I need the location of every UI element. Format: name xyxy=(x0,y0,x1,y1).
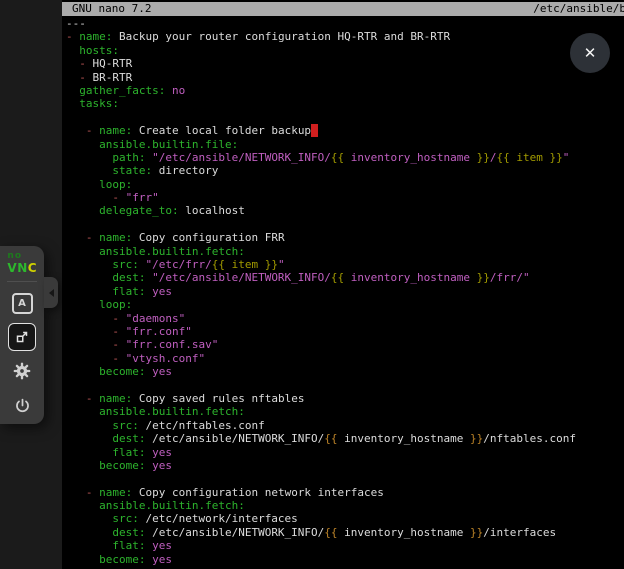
terminal-line: gather_facts: no xyxy=(66,84,624,97)
terminal-line: loop: xyxy=(66,298,624,311)
extra-keys-button[interactable]: A xyxy=(8,289,36,317)
nano-file-path: /etc/ansible/b xyxy=(533,2,624,16)
power-icon xyxy=(13,396,32,415)
terminal-line: - name: Create local folder backup xyxy=(66,124,624,137)
terminal-line xyxy=(66,218,624,231)
terminal-content: ---- name: Backup your router configurat… xyxy=(66,17,624,566)
novnc-logo-no: no xyxy=(7,251,36,261)
terminal-line: flat: yes xyxy=(66,285,624,298)
terminal-line: src: /etc/network/interfaces xyxy=(66,512,624,525)
terminal-line: dest: /etc/ansible/NETWORK_INFO/{{ inven… xyxy=(66,432,624,445)
terminal[interactable]: GNU nano 7.2 /etc/ansible/b ---- name: B… xyxy=(62,0,624,569)
terminal-line: src: "/etc/frr/{{ item }}" xyxy=(66,258,624,271)
terminal-line: - name: Copy saved rules nftables xyxy=(66,392,624,405)
fullscreen-icon xyxy=(13,328,31,346)
settings-button[interactable] xyxy=(8,357,36,385)
terminal-line xyxy=(66,472,624,485)
terminal-line: src: /etc/nftables.conf xyxy=(66,419,624,432)
gear-icon xyxy=(12,361,32,381)
terminal-line: - name: Copy configuration FRR xyxy=(66,231,624,244)
nano-titlebar: GNU nano 7.2 /etc/ansible/b xyxy=(62,2,624,16)
close-icon: ✕ xyxy=(584,44,597,62)
terminal-line: become: yes xyxy=(66,459,624,472)
terminal-line: flat: yes xyxy=(66,539,624,552)
novnc-logo: no VNC xyxy=(7,251,36,275)
triangle-left-icon xyxy=(49,289,54,297)
terminal-line: loop: xyxy=(66,178,624,191)
terminal-line: - BR-RTR xyxy=(66,71,624,84)
terminal-line: - "frr" xyxy=(66,191,624,204)
terminal-line: - name: Copy configuration network inter… xyxy=(66,486,624,499)
panel-divider xyxy=(7,281,37,282)
terminal-line: --- xyxy=(66,17,624,30)
terminal-line: flat: yes xyxy=(66,446,624,459)
terminal-line: state: directory xyxy=(66,164,624,177)
terminal-line: - name: Backup your router configuration… xyxy=(66,30,624,43)
terminal-line: - "frr.conf.sav" xyxy=(66,338,624,351)
terminal-line: ansible.builtin.file: xyxy=(66,138,624,151)
terminal-line: dest: "/etc/ansible/NETWORK_INFO/{{ inve… xyxy=(66,271,624,284)
novnc-logo-vn: VN xyxy=(7,261,27,275)
terminal-line: ansible.builtin.fetch: xyxy=(66,245,624,258)
terminal-line: hosts: xyxy=(66,44,624,57)
close-button[interactable]: ✕ xyxy=(570,33,610,73)
terminal-line: path: "/etc/ansible/NETWORK_INFO/{{ inve… xyxy=(66,151,624,164)
terminal-line: ansible.builtin.fetch: xyxy=(66,405,624,418)
vnc-sidebar: no VNC A xyxy=(0,0,62,569)
vnc-control-panel: no VNC A xyxy=(0,246,44,424)
control-bar-handle[interactable] xyxy=(44,277,58,308)
terminal-line: - "vtysh.conf" xyxy=(66,352,624,365)
disconnect-button[interactable] xyxy=(8,391,36,419)
terminal-line: dest: /etc/ansible/NETWORK_INFO/{{ inven… xyxy=(66,526,624,539)
terminal-line: - HQ-RTR xyxy=(66,57,624,70)
terminal-line: ansible.builtin.fetch: xyxy=(66,499,624,512)
terminal-line: - "frr.conf" xyxy=(66,325,624,338)
nano-version-label: GNU nano 7.2 xyxy=(72,2,151,16)
terminal-line: become: yes xyxy=(66,553,624,566)
keyboard-a-icon: A xyxy=(12,293,33,314)
terminal-line: become: yes xyxy=(66,365,624,378)
terminal-line: delegate_to: localhost xyxy=(66,204,624,217)
terminal-line: tasks: xyxy=(66,97,624,110)
terminal-line: - "daemons" xyxy=(66,312,624,325)
terminal-line xyxy=(66,111,624,124)
terminal-line xyxy=(66,379,624,392)
novnc-logo-c: C xyxy=(28,261,37,275)
fullscreen-button[interactable] xyxy=(8,323,36,351)
